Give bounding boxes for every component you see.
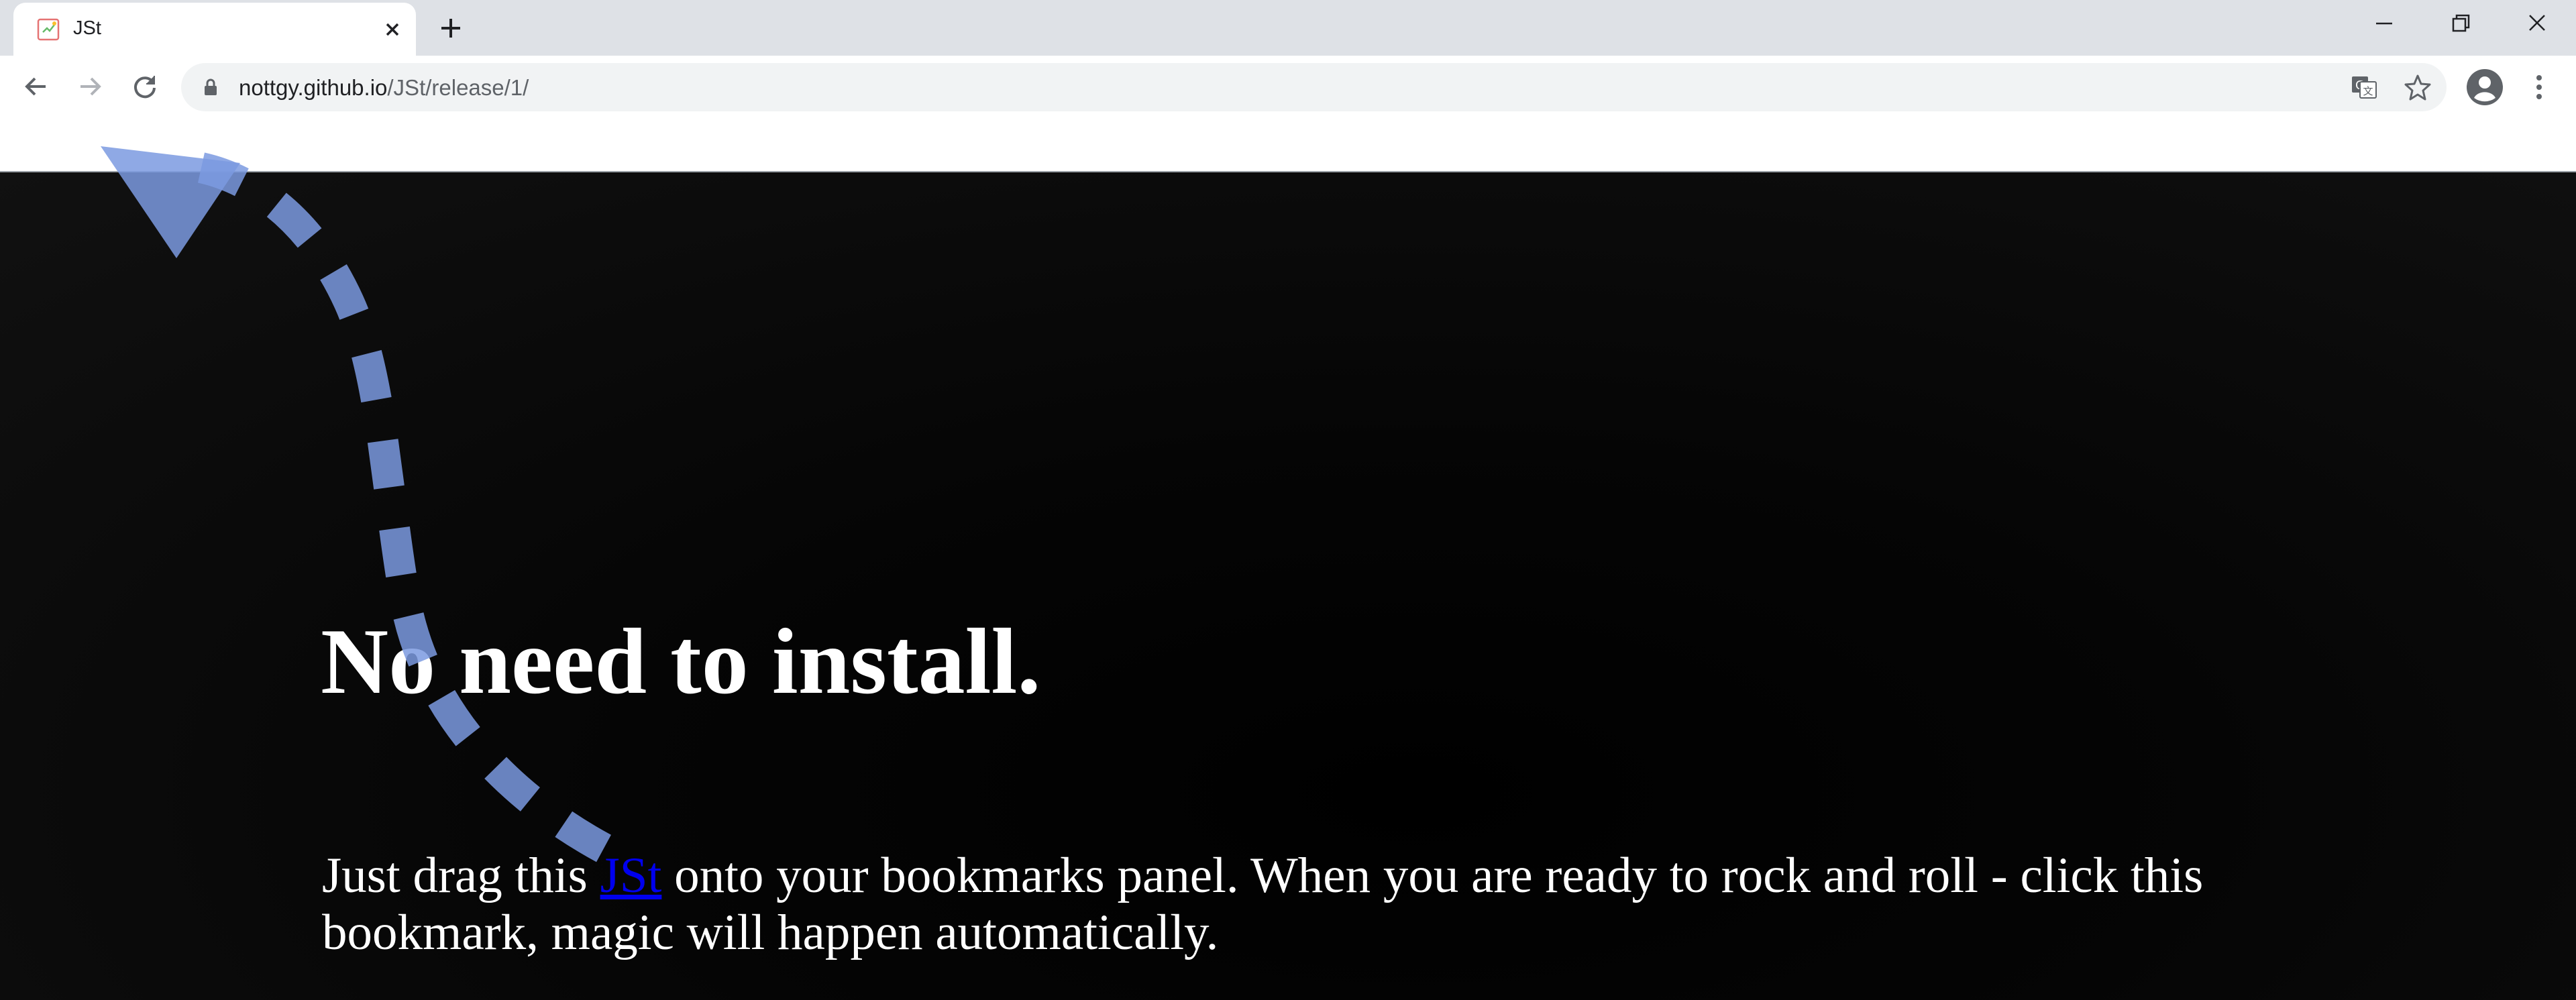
arrow-right-icon[interactable] bbox=[74, 70, 106, 103]
new-tab-plus-icon[interactable] bbox=[436, 13, 466, 43]
page-instructions: Just drag this JSt onto your bookmarks p… bbox=[322, 847, 2267, 961]
instructions-before: Just drag this bbox=[322, 848, 600, 903]
minimize-icon[interactable] bbox=[2364, 7, 2404, 40]
url-host: nottgy.github.io bbox=[239, 75, 388, 100]
svg-text:文: 文 bbox=[2363, 85, 2373, 97]
account-circle-icon[interactable] bbox=[2465, 68, 2504, 107]
arrow-left-icon[interactable] bbox=[20, 70, 52, 103]
kebab-menu-icon[interactable] bbox=[2529, 70, 2549, 104]
page-headline: No need to install. bbox=[321, 610, 1041, 714]
tab-close-icon[interactable] bbox=[379, 16, 406, 43]
restore-icon[interactable] bbox=[2440, 7, 2480, 40]
url-text[interactable]: nottgy.github.io/JSt/release/1/ bbox=[239, 75, 529, 101]
page-content: No need to install. Just drag this JSt o… bbox=[0, 172, 2576, 1000]
reload-icon[interactable] bbox=[129, 70, 161, 103]
address-bar[interactable]: nottgy.github.io/JSt/release/1/ G 文 bbox=[181, 63, 2447, 111]
tab-jst[interactable]: JSt bbox=[13, 3, 416, 56]
star-icon[interactable] bbox=[2403, 72, 2432, 102]
bookmarklet-link[interactable]: JSt bbox=[600, 848, 662, 903]
tab-title: JSt bbox=[73, 17, 101, 39]
url-path: /JSt/release/1/ bbox=[387, 75, 529, 100]
window-close-icon[interactable] bbox=[2517, 7, 2557, 40]
tab-strip: JSt bbox=[0, 0, 2576, 56]
browser-toolbar: nottgy.github.io/JSt/release/1/ G 文 bbox=[0, 56, 2576, 171]
page-favicon-icon bbox=[37, 18, 60, 41]
translate-icon[interactable]: G 文 bbox=[2349, 72, 2379, 102]
lock-icon[interactable] bbox=[201, 78, 220, 97]
browser-window: JSt nottgy.github.io/JSt/release/1/ 文 No… bbox=[0, 0, 2576, 1000]
